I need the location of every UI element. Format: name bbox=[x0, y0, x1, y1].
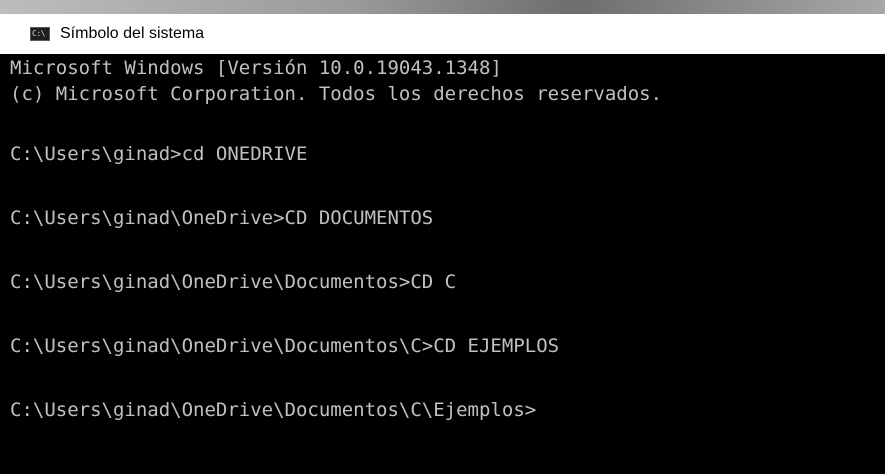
cmd-icon-glyph: C:\ bbox=[32, 29, 45, 38]
window-title: Símbolo del sistema bbox=[60, 25, 205, 42]
console-prompt-line[interactable]: C:\Users\ginad\OneDrive\Documentos\C\Eje… bbox=[10, 396, 536, 424]
console-line-command: C:\Users\ginad\OneDrive>CD DOCUMENTOS bbox=[10, 207, 434, 229]
title-bar[interactable]: C:\ Símbolo del sistema bbox=[0, 14, 885, 54]
console-line-command: C:\Users\ginad\OneDrive\Documentos\C>CD … bbox=[10, 335, 560, 357]
console-line-copyright: (c) Microsoft Corporation. Todos los der… bbox=[10, 83, 663, 105]
background-strip bbox=[0, 0, 885, 14]
cmd-console-icon[interactable]: C:\ bbox=[30, 27, 50, 41]
console-line-command: C:\Users\ginad\OneDrive\Documentos>CD C bbox=[10, 271, 457, 293]
console-output[interactable]: Microsoft Windows [Versión 10.0.19043.13… bbox=[0, 54, 885, 474]
console-line-command: C:\Users\ginad>cd ONEDRIVE bbox=[10, 143, 308, 165]
command-prompt-window: C:\ Símbolo del sistema Microsoft Window… bbox=[0, 0, 885, 474]
console-line-version: Microsoft Windows [Versión 10.0.19043.13… bbox=[10, 57, 502, 79]
